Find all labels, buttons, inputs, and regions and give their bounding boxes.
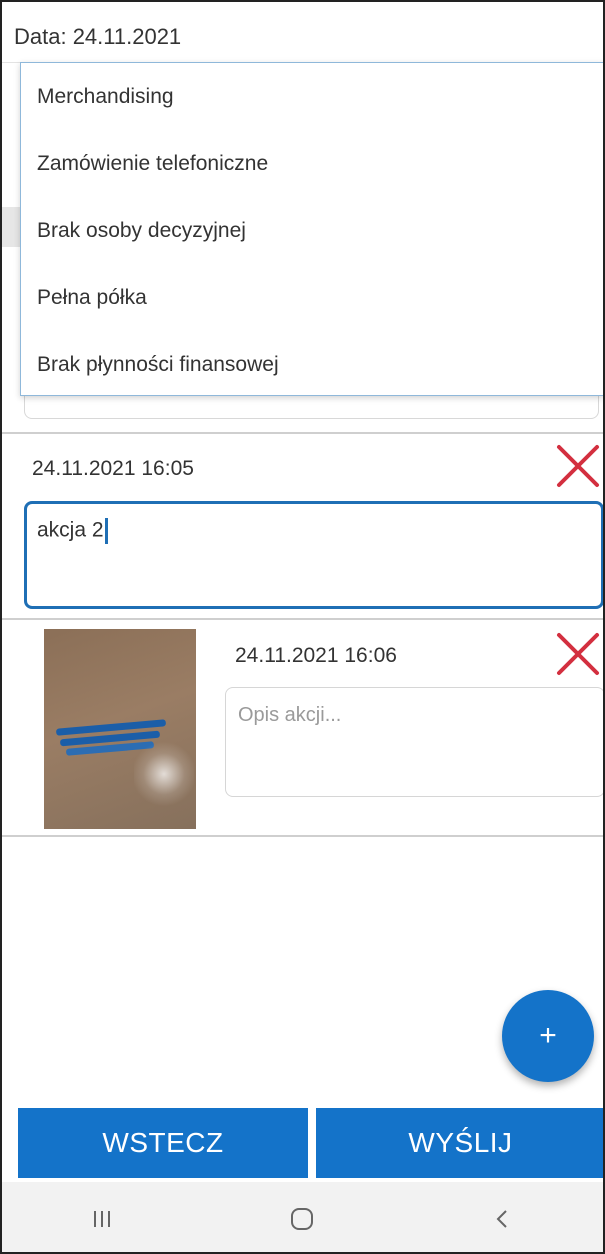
hidden-control-edge: [2, 207, 22, 247]
action-type-dropdown[interactable]: Merchandising Zamówienie telefoniczne Br…: [20, 62, 603, 398]
entry-description-input[interactable]: akcja 2: [24, 501, 603, 609]
dropdown-option-no-decision-maker[interactable]: Brak osoby decyzyjnej: [21, 197, 603, 264]
section-divider: [2, 432, 603, 434]
dropdown-option-full-shelf[interactable]: Pełna półka: [21, 264, 603, 331]
entry-description-input[interactable]: Opis akcji...: [225, 687, 603, 797]
plus-icon: +: [539, 1019, 557, 1052]
text-caret: [104, 518, 108, 544]
dropdown-option-merchandising[interactable]: Merchandising: [21, 63, 603, 130]
section-divider: [2, 835, 603, 837]
recent-apps-icon[interactable]: [72, 1199, 132, 1239]
entry-description-placeholder: Opis akcji...: [238, 704, 342, 726]
back-icon[interactable]: [473, 1199, 533, 1239]
delete-entry-close-icon[interactable]: [554, 442, 602, 490]
date-label: Data: 24.11.2021: [14, 24, 182, 49]
send-button[interactable]: WYŚLIJ: [316, 1108, 603, 1178]
section-divider: [2, 618, 603, 620]
dropdown-option-no-liquidity[interactable]: Brak płynności finansowej: [21, 331, 603, 398]
home-icon[interactable]: [272, 1199, 332, 1239]
back-button[interactable]: WSTECZ: [18, 1108, 308, 1178]
add-entry-button[interactable]: +: [502, 990, 594, 1082]
system-navigation-bar: [2, 1182, 603, 1252]
entry-timestamp: 24.11.2021 16:05: [32, 457, 194, 480]
dropdown-option-phone-order[interactable]: Zamówienie telefoniczne: [21, 130, 603, 197]
app-screen: Data: 24.11.2021 Merchandising Zamówieni…: [0, 0, 605, 1254]
entry-photo-thumbnail[interactable]: [44, 629, 196, 829]
delete-entry-close-icon[interactable]: [554, 630, 602, 678]
entry-timestamp: 24.11.2021 16:06: [235, 644, 397, 667]
photo-glare: [134, 739, 194, 809]
entry-description-text: akcja 2: [37, 518, 104, 542]
